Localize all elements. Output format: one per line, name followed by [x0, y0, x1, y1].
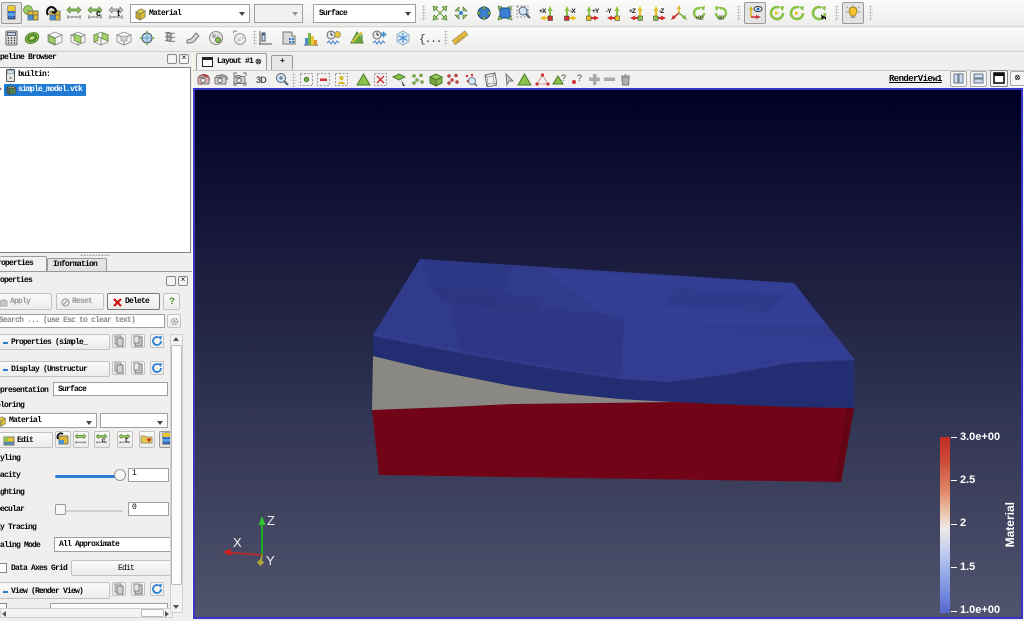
svg-text:-X: -X	[570, 8, 576, 15]
svg-text:-Y: -Y	[606, 8, 612, 15]
svg-text:3D: 3D	[256, 75, 267, 85]
svg-text:+Z: +Z	[629, 8, 636, 15]
svg-text:?: ?	[561, 73, 566, 83]
svg-text:Y: Y	[266, 553, 275, 568]
svg-text:+X: +X	[539, 8, 547, 15]
svg-text:?: ?	[577, 73, 582, 83]
svg-text:+Y: +Y	[592, 8, 600, 15]
svg-text:Z: Z	[267, 513, 275, 528]
svg-text:X: X	[233, 535, 242, 550]
svg-text:-Z: -Z	[659, 8, 664, 15]
svg-text:{...}: {...}	[419, 34, 440, 46]
